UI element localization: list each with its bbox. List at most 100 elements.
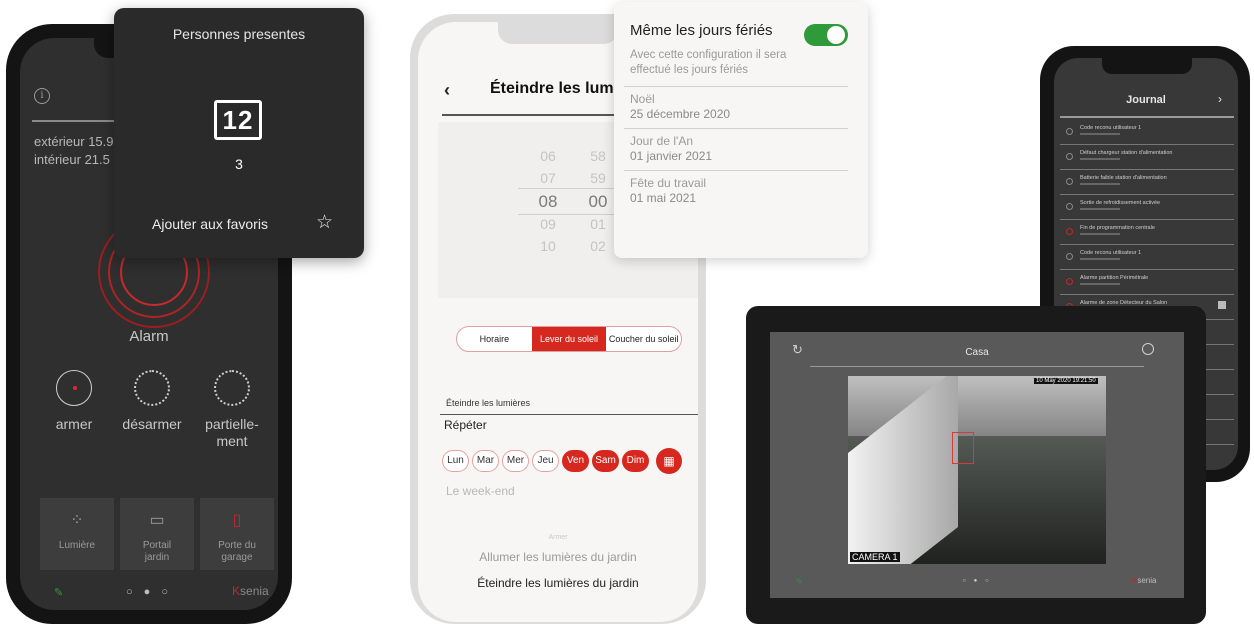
- holiday-date: 25 décembre 2020: [630, 107, 731, 121]
- day-saturday[interactable]: Sam: [592, 450, 619, 472]
- tile-light-label: Lumière: [58, 540, 96, 551]
- favorites-popup: Personnes presentes 12 3 Ajouter aux fav…: [114, 8, 364, 258]
- entry-subtext: [1080, 208, 1120, 210]
- holidays-title: Même les jours fériés: [630, 22, 773, 39]
- action-label: Éteindre les lumières: [446, 398, 531, 408]
- star-icon[interactable]: ☆: [316, 211, 333, 234]
- tile-garden-gate[interactable]: ▭ Portail jardin: [120, 498, 194, 570]
- light-icon: ⁘: [70, 512, 84, 529]
- camera-icon: ▭: [149, 512, 165, 529]
- scene-turn-on-garden-lights[interactable]: Allumer les lumières du jardin: [418, 550, 698, 564]
- toggle-knob: [827, 26, 845, 44]
- segment-schedule[interactable]: Horaire: [457, 327, 532, 351]
- entry-subtext: [1080, 158, 1120, 160]
- entry-subtext: [1080, 183, 1120, 185]
- notch: [1102, 58, 1192, 74]
- journal-entry[interactable]: Code reconu utilisateur 1: [1060, 120, 1234, 145]
- holiday-name: Jour de l'An: [630, 134, 693, 148]
- journal-entry[interactable]: Sortie de refroidissement activée: [1060, 195, 1234, 220]
- partial-arm-button[interactable]: [214, 370, 250, 406]
- calendar-icon[interactable]: ▦: [656, 448, 682, 474]
- picker-hour-selected: 08: [538, 192, 558, 211]
- tile-garage-door-label: Porte du garage: [218, 540, 256, 563]
- entry-text: Alarme partition Périmétrale: [1080, 275, 1149, 281]
- journal-entry[interactable]: Code reconu utilisateur 1: [1060, 245, 1234, 270]
- entry-subtext: [1080, 283, 1120, 285]
- alert-entry-icon: [1066, 228, 1073, 235]
- video-icon[interactable]: [1218, 301, 1226, 309]
- day-thursday[interactable]: Jeu: [532, 450, 559, 472]
- info-icon[interactable]: i: [34, 88, 50, 104]
- entry-subtext: [1080, 233, 1120, 235]
- entry-text: Défaut chargeur station d'alimentation: [1080, 150, 1173, 156]
- camera-feed[interactable]: 10 May 2020 19:21:50 CAMERA 1: [848, 376, 1106, 564]
- picker-minute: 58: [590, 148, 606, 164]
- picker-hour: 09: [540, 216, 556, 232]
- entry-text: Batterie faible station d'alimentation: [1080, 175, 1167, 181]
- day-sunday[interactable]: Dim: [622, 450, 649, 472]
- brand-logo: Ksenia: [232, 584, 269, 598]
- arm-indicator: [73, 386, 77, 390]
- camera-timestamp: 10 May 2020 19:21:50: [1034, 378, 1098, 384]
- partial-arm-label: partielle- ment: [205, 416, 259, 449]
- segment-sunset[interactable]: Coucher du soleil: [606, 327, 681, 351]
- holidays-toggle[interactable]: [804, 24, 848, 46]
- picker-hour: 06: [540, 148, 556, 164]
- arm-button[interactable]: [56, 370, 92, 406]
- sun-mode-segmented-control[interactable]: Horaire Lever du soleil Coucher du solei…: [456, 326, 682, 352]
- entry-icon: [1066, 203, 1073, 210]
- temperature-inside: intérieur 21.5: [34, 152, 110, 167]
- back-icon[interactable]: ‹: [444, 80, 450, 101]
- armer-scene[interactable]: Armer: [418, 534, 698, 541]
- tile-garden-gate-label: Portail jardin: [142, 540, 172, 563]
- divider: [1060, 116, 1234, 118]
- divider: [810, 366, 1144, 367]
- journal-entry[interactable]: Alarme partition Périmétrale: [1060, 270, 1234, 295]
- tablet-screen: ↻ Casa 10 May 2020 19:21:50 CAMERA 1 ✎ ○…: [770, 332, 1184, 598]
- tile-light[interactable]: ⁘ Lumière: [40, 498, 114, 570]
- divider: [624, 170, 848, 171]
- entry-icon: [1066, 128, 1073, 135]
- day-wednesday[interactable]: Mer: [502, 450, 529, 472]
- add-to-favorites-label[interactable]: Ajouter aux favoris: [152, 216, 268, 232]
- disarm-button[interactable]: [134, 370, 170, 406]
- journal-entry[interactable]: Batterie faible station d'alimentation: [1060, 170, 1234, 195]
- settings-icon[interactable]: [1142, 343, 1154, 355]
- divider: [624, 128, 848, 129]
- holiday-date: 01 janvier 2021: [630, 149, 713, 163]
- temperature-outside: extérieur 15.9: [34, 134, 114, 149]
- repeat-label: Répéter: [444, 418, 487, 432]
- picker-line: [518, 188, 628, 189]
- segment-sunrise[interactable]: Lever du soleil: [531, 327, 607, 351]
- tablet: ↻ Casa 10 May 2020 19:21:50 CAMERA 1 ✎ ○…: [746, 306, 1206, 624]
- entry-subtext: [1080, 133, 1120, 135]
- entry-text: Fin de programmation centrale: [1080, 225, 1155, 231]
- alert-entry-icon: [1066, 278, 1073, 285]
- picker-minute-selected: 00: [588, 192, 608, 211]
- day-monday[interactable]: Lun: [442, 450, 469, 472]
- day-friday[interactable]: Ven: [562, 450, 589, 472]
- page-indicator[interactable]: ○ ● ○: [770, 578, 1184, 584]
- scene-turn-off-garden-lights[interactable]: Éteindre les lumières du jardin: [418, 576, 698, 590]
- entry-text: Code reconu utilisateur 1: [1080, 250, 1142, 256]
- detection-box: [952, 432, 974, 464]
- alarm-label: Alarm: [129, 328, 169, 345]
- picker-line: [518, 214, 628, 215]
- divider: [624, 86, 848, 87]
- chevron-right-icon[interactable]: ›: [1218, 92, 1222, 106]
- journal-entry[interactable]: Défaut chargeur station d'alimentation: [1060, 145, 1234, 170]
- holidays-popup: Même les jours fériés Avec cette configu…: [614, 2, 868, 258]
- holiday-name: Fête du travail: [630, 176, 707, 190]
- tile-garage-door[interactable]: ▯ Porte du garage: [200, 498, 274, 570]
- day-tuesday[interactable]: Mar: [472, 450, 499, 472]
- camera-label: CAMERA 1: [850, 552, 900, 562]
- holiday-date: 01 mai 2021: [630, 191, 697, 205]
- arm-label: armer: [55, 416, 93, 432]
- journal-entry[interactable]: Fin de programmation centrale: [1060, 220, 1234, 245]
- holiday-name: Noël: [630, 92, 655, 106]
- popup-title: Personnes presentes: [172, 26, 306, 42]
- counter-icon: 12: [214, 100, 262, 140]
- weekend-label: Le week-end: [446, 484, 515, 498]
- entry-subtext: [1080, 258, 1120, 260]
- entry-text: Sortie de refroidissement activée: [1080, 200, 1161, 206]
